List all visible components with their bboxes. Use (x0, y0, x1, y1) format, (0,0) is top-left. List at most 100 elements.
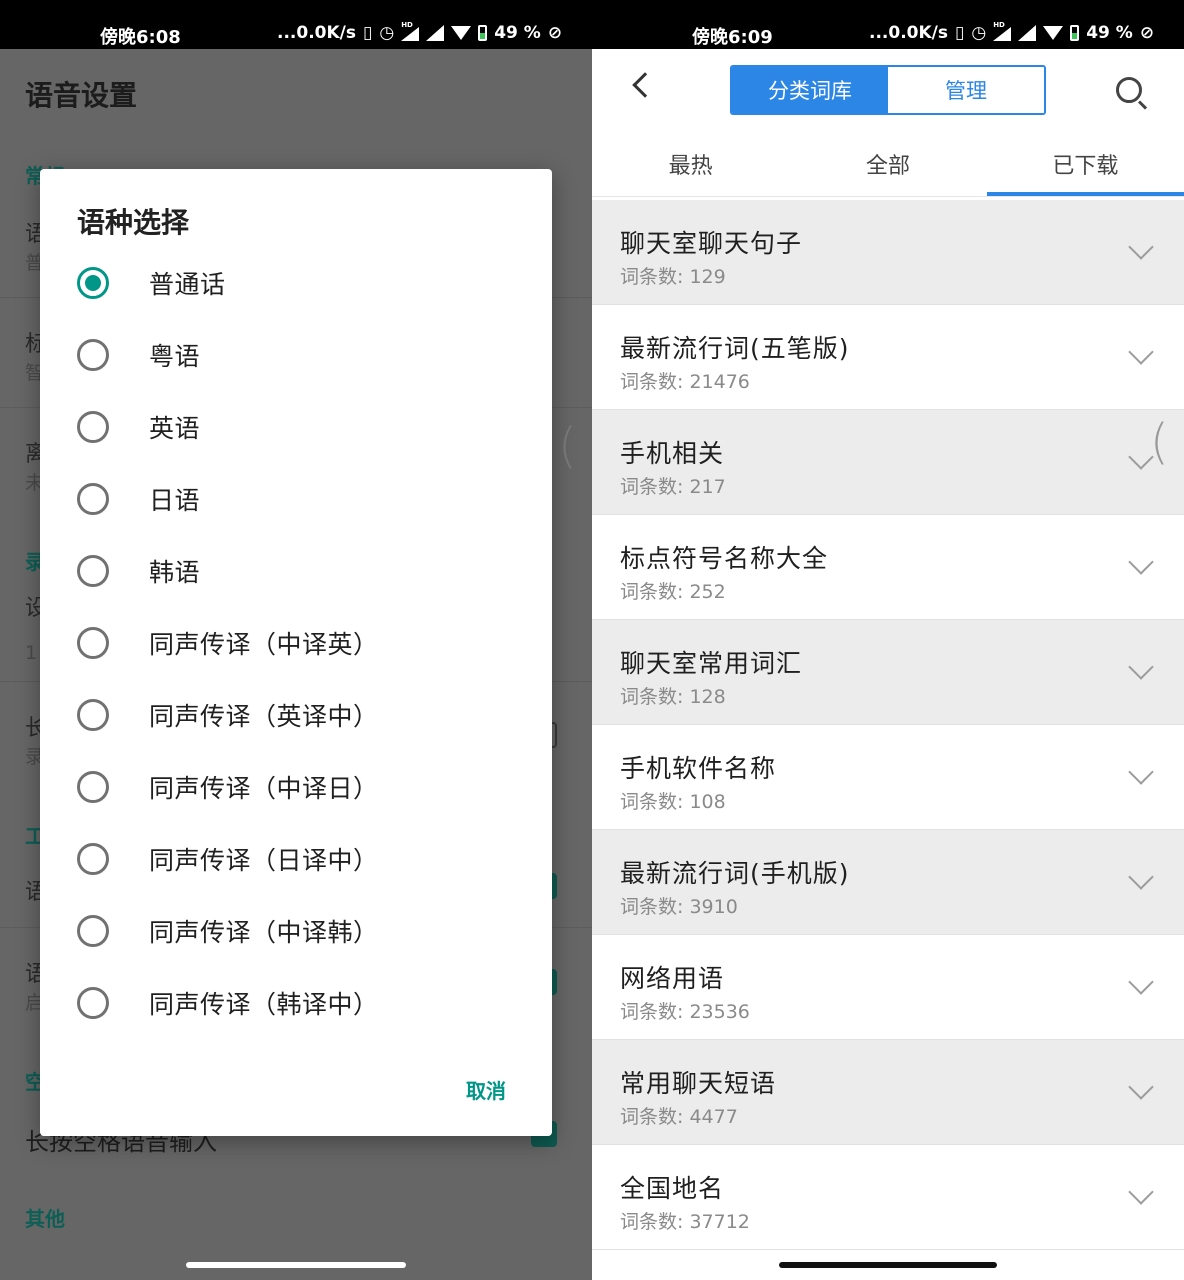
alarm-icon: ◷ (971, 23, 987, 43)
radio-checked-icon[interactable] (77, 267, 109, 299)
radio-unchecked-icon[interactable] (77, 339, 109, 371)
language-option[interactable]: 粤语 (77, 325, 517, 385)
dictionary-title: 最新流行词(手机版) (620, 859, 850, 888)
vibrate-icon: ▯ (955, 23, 965, 43)
status-bar: 傍晚6:08 ...0.0K/s ▯ ◷ 49 % ⊘ (0, 0, 592, 49)
charging-icon: ⊘ (547, 23, 563, 43)
radio-unchecked-icon[interactable] (77, 987, 109, 1019)
radio-unchecked-icon[interactable] (77, 627, 109, 659)
radio-unchecked-icon[interactable] (77, 699, 109, 731)
dictionary-row[interactable]: 网络用语 词条数: 23536 (592, 935, 1184, 1040)
chevron-down-icon[interactable] (1128, 969, 1154, 995)
chevron-down-icon[interactable] (1128, 759, 1154, 785)
language-option[interactable]: 普通话 (77, 253, 517, 313)
radio-unchecked-icon[interactable] (77, 915, 109, 947)
language-option[interactable]: 同声传译（韩译中） (77, 973, 517, 1033)
count-prefix: 词条数: (620, 476, 690, 498)
radio-unchecked-icon[interactable] (77, 483, 109, 515)
radio-unchecked-icon[interactable] (77, 411, 109, 443)
back-arrow-icon[interactable] (632, 72, 658, 98)
dictionary-title: 全国地名 (620, 1174, 725, 1203)
vibrate-icon: ▯ (363, 23, 373, 43)
dictionary-row[interactable]: 最新流行词(五笔版) 词条数: 21476 (592, 305, 1184, 410)
status-time: 傍晚6:09 (692, 27, 773, 48)
language-option-label: 粤语 (149, 342, 201, 371)
dictionary-title: 手机相关 (620, 439, 725, 468)
cancel-button[interactable]: 取消 (466, 1075, 506, 1104)
chevron-down-icon[interactable] (1128, 339, 1154, 365)
battery-icon (1070, 25, 1080, 41)
dialog-title: 语种选择 (77, 206, 190, 239)
language-option[interactable]: 同声传译（中译英） (77, 613, 517, 673)
chevron-down-icon[interactable] (1128, 234, 1154, 260)
count-value: 3910 (689, 896, 738, 918)
wifi-icon (1043, 26, 1064, 40)
chevron-down-icon[interactable] (1128, 654, 1154, 680)
dictionary-row[interactable]: 手机相关词条数: 217 (592, 410, 1184, 515)
language-option[interactable]: 同声传译（英译中） (77, 685, 517, 745)
count-prefix: 词条数: (620, 896, 690, 918)
dictionary-count: 词条数: 252 (620, 577, 726, 604)
radio-unchecked-icon[interactable] (77, 555, 109, 587)
home-indicator[interactable] (186, 1262, 406, 1268)
language-option-label: 英语 (149, 414, 201, 443)
alarm-icon: ◷ (379, 23, 395, 43)
battery-level: 49 % (494, 23, 541, 43)
language-option-label: 同声传译（中译日） (149, 774, 379, 803)
chevron-down-icon[interactable] (1128, 549, 1154, 575)
dictionary-count: 词条数: 129 (620, 262, 726, 289)
section-other: 其他 (25, 1207, 65, 1231)
right-screen: 傍晚6:09 ...0.0K/s ▯ ◷ 49 % ⊘ 分类词库 管理 最热 全… (592, 0, 1184, 1280)
tab-downloaded[interactable]: 已下载 (986, 131, 1184, 196)
dictionary-row[interactable]: 聊天室常用词汇 词条数: 128 (592, 620, 1184, 725)
count-prefix: 词条数: (620, 1001, 690, 1023)
chevron-down-icon[interactable] (1128, 1074, 1154, 1100)
charging-icon: ⊘ (1139, 23, 1155, 43)
signal-icon (1018, 25, 1037, 41)
chevron-down-icon[interactable] (1128, 1179, 1154, 1205)
dictionary-count: 词条数: 217 (620, 472, 726, 499)
count-value: 252 (689, 581, 726, 603)
language-option[interactable]: 同声传译（中译日） (77, 757, 517, 817)
language-option[interactable]: 日语 (77, 469, 517, 529)
dictionary-row[interactable]: 标点符号名称大全 词条数: 252 (592, 515, 1184, 620)
segment-manage[interactable]: 管理 (888, 67, 1044, 113)
tab-hottest[interactable]: 最热 (592, 131, 789, 196)
language-option-label: 日语 (149, 486, 201, 515)
radio-unchecked-icon[interactable] (77, 843, 109, 875)
scroll-indicator: ( (1150, 414, 1169, 470)
setting-record-desc: 1 (25, 642, 38, 664)
search-icon[interactable] (1116, 77, 1142, 103)
language-option[interactable]: 同声传译（日译中） (77, 829, 517, 889)
dictionary-title: 手机软件名称 (620, 754, 777, 783)
dictionary-row[interactable]: 常用聊天短语 词条数: 4477 (592, 1040, 1184, 1145)
count-prefix: 词条数: (620, 266, 690, 288)
radio-unchecked-icon[interactable] (77, 771, 109, 803)
segment-category-library[interactable]: 分类词库 (732, 67, 888, 113)
scroll-indicator: ( (558, 418, 577, 474)
home-indicator[interactable] (779, 1262, 997, 1268)
count-value: 129 (689, 266, 726, 288)
dictionary-row[interactable]: 最新流行词(手机版) 词条数: 3910 (592, 830, 1184, 935)
dictionary-row[interactable]: 手机软件名称 词条数: 108 (592, 725, 1184, 830)
dictionary-count: 词条数: 21476 (620, 367, 750, 394)
language-option[interactable]: 英语 (77, 397, 517, 457)
hd-signal-icon (401, 21, 420, 41)
language-dialog: 语种选择 普通话粤语英语日语韩语同声传译（中译英） 同声传译（英译中） 同声传译（中… (40, 169, 552, 1136)
segment-control: 分类词库 管理 (730, 65, 1046, 115)
dictionary-count: 词条数: 108 (620, 787, 726, 814)
chevron-down-icon[interactable] (1128, 864, 1154, 890)
dictionary-count: 词条数: 37712 (620, 1207, 750, 1234)
language-option-label: 同声传译（中译韩） (149, 918, 379, 947)
dictionary-title: 最新流行词(五笔版) (620, 334, 850, 363)
tab-all[interactable]: 全部 (789, 131, 986, 196)
dictionary-row[interactable]: 聊天室聊天句子 词条数: 129 (592, 200, 1184, 305)
count-prefix: 词条数: (620, 686, 690, 708)
dictionary-row[interactable]: 全国地名词条数: 37712 (592, 1145, 1184, 1250)
count-value: 108 (689, 791, 726, 813)
status-bar: 傍晚6:09 ...0.0K/s ▯ ◷ 49 % ⊘ (592, 0, 1184, 49)
status-time: 傍晚6:08 (100, 27, 181, 48)
language-option[interactable]: 韩语 (77, 541, 517, 601)
language-option[interactable]: 同声传译（中译韩） (77, 901, 517, 961)
language-option-label: 普通话 (149, 270, 226, 299)
